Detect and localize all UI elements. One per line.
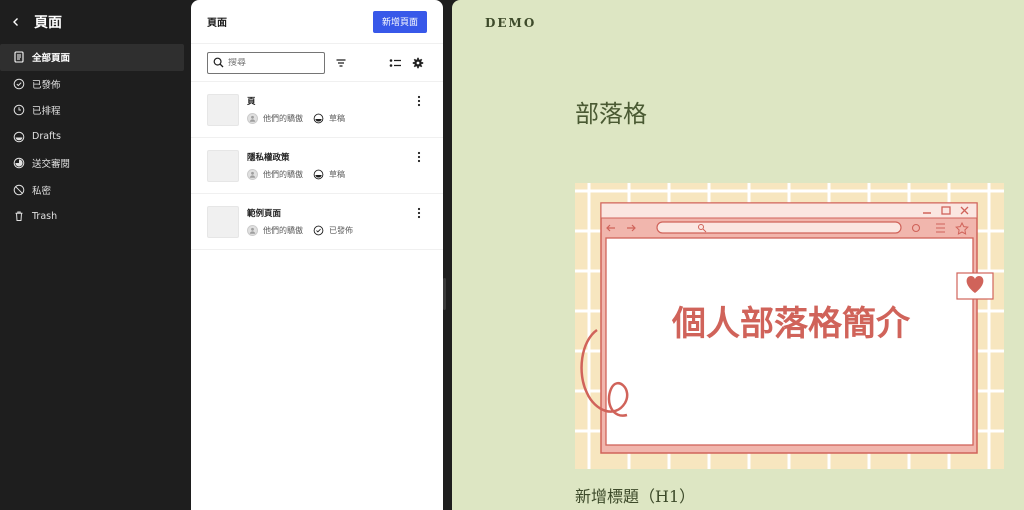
pages-panel: 頁面 新增頁面 頁 他 bbox=[191, 0, 443, 510]
sidebar-item-pending[interactable]: 送交審閱 bbox=[0, 150, 184, 177]
page-heading: 部落格 bbox=[575, 100, 647, 128]
trash-icon bbox=[13, 210, 25, 222]
page-thumbnail bbox=[207, 205, 239, 238]
sidebar-item-label: 全部頁面 bbox=[32, 53, 71, 65]
status-text: 草稿 bbox=[329, 114, 345, 123]
table-row[interactable]: 範例頁面 他們的驕傲 已發佈 bbox=[191, 194, 443, 250]
draft-icon bbox=[313, 113, 324, 124]
sidebar-item-trash[interactable]: Trash bbox=[0, 203, 184, 230]
back-chevron-icon[interactable] bbox=[8, 14, 24, 30]
page-title-link[interactable]: 頁 bbox=[247, 95, 345, 107]
pending-icon bbox=[13, 157, 25, 169]
sidebar-item-published[interactable]: 已發佈 bbox=[0, 71, 184, 98]
filter-icon[interactable] bbox=[333, 54, 350, 72]
avatar-icon bbox=[247, 113, 258, 124]
panel-header: 頁面 新增頁面 bbox=[191, 0, 443, 44]
private-icon bbox=[13, 184, 25, 196]
pages-list: 頁 他們的驕傲 草稿 隱私權政策 他們的驕傲 草稿 範例頁面 他們的驕傲 已發佈 bbox=[191, 82, 443, 250]
page-thumbnail bbox=[207, 149, 239, 182]
resize-handle[interactable] bbox=[443, 278, 446, 310]
check-circle-icon bbox=[313, 225, 324, 236]
hero-illustration: 個人部落格簡介 bbox=[575, 183, 1004, 469]
block-caption: 新增標題（H1） bbox=[575, 487, 696, 506]
row-meta: 他們的驕傲 草稿 bbox=[247, 113, 345, 124]
page-title-link[interactable]: 範例頁面 bbox=[247, 207, 353, 219]
gear-icon[interactable] bbox=[410, 54, 427, 72]
page-thumbnail bbox=[207, 93, 239, 126]
page-title-link[interactable]: 隱私權政策 bbox=[247, 151, 345, 163]
site-preview[interactable]: DEMO 部落格 個人部落格簡介 新增標題（H1） bbox=[452, 0, 1024, 510]
table-row[interactable]: 隱私權政策 他們的驕傲 草稿 bbox=[191, 138, 443, 194]
row-info: 隱私權政策 他們的驕傲 草稿 bbox=[247, 151, 345, 180]
row-info: 頁 他們的驕傲 草稿 bbox=[247, 95, 345, 124]
author-name: 他們的驕傲 bbox=[263, 114, 303, 123]
row-info: 範例頁面 他們的驕傲 已發佈 bbox=[247, 207, 353, 236]
sidebar-item-label: Drafts bbox=[32, 131, 61, 143]
hero-text: 個人部落格簡介 bbox=[671, 304, 911, 344]
avatar-icon bbox=[247, 169, 258, 180]
more-actions-icon[interactable] bbox=[413, 150, 425, 164]
author-name: 他們的驕傲 bbox=[263, 226, 303, 235]
add-new-page-button[interactable]: 新增頁面 bbox=[372, 10, 427, 33]
table-row[interactable]: 頁 他們的驕傲 草稿 bbox=[191, 82, 443, 138]
search-input[interactable] bbox=[228, 57, 318, 68]
sidebar-item-private[interactable]: 私密 bbox=[0, 177, 184, 204]
author-name: 他們的驕傲 bbox=[263, 170, 303, 179]
more-actions-icon[interactable] bbox=[413, 206, 425, 220]
panel-toolbar bbox=[191, 44, 443, 82]
check-circle-icon bbox=[13, 78, 25, 90]
sidebar-item-label: 送交審閱 bbox=[32, 159, 71, 171]
sidebar-item-all-pages[interactable]: 全部頁面 bbox=[0, 44, 184, 71]
view-options-icon[interactable] bbox=[387, 54, 404, 72]
sidebar-item-label: 已排程 bbox=[32, 106, 61, 118]
page-icon bbox=[13, 51, 25, 63]
search-box bbox=[207, 51, 325, 74]
sidebar-nav: 全部頁面 已發佈 已排程 Drafts 送交審閱 私密 Trash bbox=[0, 44, 191, 230]
row-meta: 他們的驕傲 已發佈 bbox=[247, 225, 353, 236]
row-meta: 他們的驕傲 草稿 bbox=[247, 169, 345, 180]
search-icon bbox=[213, 53, 224, 72]
draft-icon bbox=[13, 131, 25, 143]
status-text: 草稿 bbox=[329, 170, 345, 179]
sidebar-title: 頁面 bbox=[34, 15, 62, 31]
clock-icon bbox=[13, 104, 25, 116]
sidebar-item-label: Trash bbox=[32, 210, 58, 222]
sidebar-item-label: 已發佈 bbox=[32, 79, 61, 91]
site-title: DEMO bbox=[485, 16, 537, 30]
sidebar-item-scheduled[interactable]: 已排程 bbox=[0, 97, 184, 124]
avatar-icon bbox=[247, 225, 258, 236]
draft-icon bbox=[313, 169, 324, 180]
sidebar: 頁面 全部頁面 已發佈 已排程 Drafts 送交審閱 私密 Trash bbox=[0, 0, 191, 510]
sidebar-item-label: 私密 bbox=[32, 185, 52, 197]
sidebar-header: 頁面 bbox=[0, 0, 191, 44]
status-text: 已發佈 bbox=[329, 226, 353, 235]
panel-title: 頁面 bbox=[207, 18, 227, 29]
more-actions-icon[interactable] bbox=[413, 94, 425, 108]
sidebar-item-drafts[interactable]: Drafts bbox=[0, 124, 184, 151]
